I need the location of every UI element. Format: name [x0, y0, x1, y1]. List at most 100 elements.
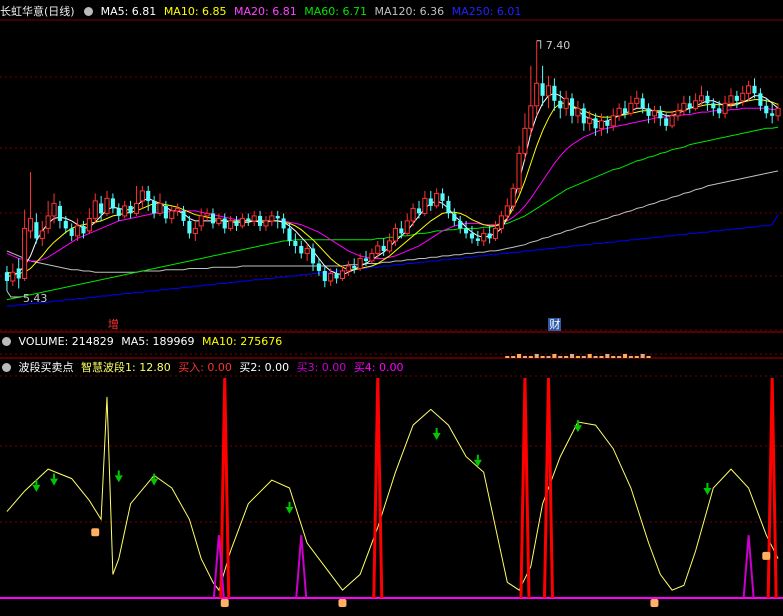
volume-bar — [593, 356, 598, 358]
volume-bar — [640, 354, 645, 358]
candle-body-up — [728, 95, 734, 104]
volume-ma5-legend: MA5: 189969 — [121, 335, 195, 348]
candle-body-up — [345, 265, 351, 272]
candle-body-up — [651, 110, 658, 117]
candle-body-down — [299, 245, 304, 254]
buy1-spike — [519, 377, 531, 599]
candle-body-up — [198, 215, 204, 227]
candle-body-down — [34, 222, 39, 239]
ma250-legend: MA250: 6.01 — [451, 5, 522, 18]
ma10-line — [6, 99, 779, 274]
candle-body-down — [605, 120, 610, 126]
candle-body-down — [540, 83, 545, 96]
volume-bar — [505, 356, 510, 358]
event-marker-finance[interactable]: 财 — [548, 318, 562, 331]
candle-body-down — [446, 200, 451, 214]
main-panel-header: 长虹华意(日线) MA5: 6.81 MA10: 6.85 MA20: 6.81… — [0, 4, 525, 20]
wave-line — [6, 396, 779, 592]
candle-body-up — [169, 210, 175, 219]
candle-body-up — [369, 252, 375, 262]
hand-marker-icon — [91, 528, 100, 537]
candle-body-up — [239, 217, 245, 227]
volume-bar — [540, 356, 545, 358]
candle-body-up — [516, 152, 522, 189]
candle-body-down — [487, 233, 492, 239]
candle-body-up — [269, 215, 275, 222]
candle-body-down — [81, 225, 86, 234]
candle-body-up — [669, 115, 675, 127]
candle-body-down — [128, 205, 133, 214]
candle-body-down — [257, 215, 263, 226]
volume-bar — [511, 356, 516, 358]
candle-body-up — [92, 200, 98, 219]
buy2-legend: 买2: 0.00 — [239, 361, 290, 374]
stock-title: 长虹华意(日线) — [0, 5, 75, 18]
candle-body-down — [752, 85, 757, 94]
buy3-spike — [295, 535, 308, 599]
volume-bar — [587, 354, 592, 358]
buy1-spike — [766, 377, 778, 599]
candle-body-up — [122, 205, 128, 217]
candle-body-up — [386, 240, 393, 252]
candle-body-up — [392, 227, 399, 242]
candle-body-up — [775, 107, 781, 117]
candle-body-up — [434, 192, 440, 207]
candle-body-up — [534, 82, 540, 107]
candle-body-down — [705, 95, 710, 104]
candle-body-down — [593, 118, 598, 129]
candle-body-down — [57, 205, 62, 221]
candle-body-up — [575, 107, 581, 117]
candle-body-up — [139, 190, 145, 202]
buy3-spike — [742, 535, 755, 599]
candle-body-up — [133, 202, 140, 214]
indicator-panel-header: 波段买卖点 智慧波段1: 12.80 买入: 0.00 买2: 0.00 买3:… — [0, 360, 408, 376]
candle-body-up — [51, 202, 57, 217]
ma5-line — [6, 92, 779, 277]
ma120-legend: MA120: 6.36 — [374, 5, 445, 18]
volume-bar — [528, 356, 533, 358]
candle-body-down — [210, 213, 216, 224]
candle-body-up — [510, 187, 516, 207]
low-price-label: 5.43 — [22, 291, 48, 305]
settings-icon[interactable] — [84, 7, 94, 16]
candle-body-up — [616, 107, 622, 117]
candle-body-up — [422, 197, 428, 214]
settings-icon[interactable] — [2, 337, 11, 346]
event-marker-increase[interactable]: 增 — [107, 318, 120, 331]
sell-arrow-icon — [703, 488, 712, 495]
candle-body-down — [69, 228, 74, 236]
candle-body-up — [157, 202, 163, 214]
volume-legend: VOLUME: 214829 — [18, 335, 114, 348]
candle-body-down — [4, 272, 10, 281]
candle-body-down — [146, 190, 151, 201]
candle-body-up — [192, 227, 198, 234]
candle-body-down — [475, 238, 480, 241]
candle-body-down — [558, 100, 563, 109]
volume-bar — [564, 356, 569, 358]
volume-bar — [646, 356, 651, 358]
ma60-legend: MA60: 6.71 — [304, 5, 367, 18]
candle-body-down — [452, 213, 457, 221]
candle-body-up — [410, 207, 416, 222]
candle-body-down — [640, 98, 645, 109]
candle-body-down — [187, 220, 192, 234]
buy3-legend: 买3: 0.00 — [296, 361, 347, 374]
volume-bar — [569, 354, 575, 358]
wave-legend: 智慧波段1: 12.80 — [81, 361, 171, 374]
ma20-line — [6, 107, 779, 262]
candle-body-down — [552, 85, 557, 101]
high-price-label: 7.40 — [545, 38, 571, 52]
candle-body-up — [598, 120, 605, 129]
candle-body-up — [681, 102, 687, 112]
candle-body-down — [569, 98, 575, 116]
candle-body-down — [222, 218, 227, 229]
ma10-legend: MA10: 6.85 — [163, 5, 227, 18]
settings-icon[interactable] — [2, 363, 11, 372]
candle-body-down — [717, 108, 722, 114]
candle-body-up — [45, 215, 51, 229]
candle-body-down — [711, 103, 716, 109]
sell-arrow-icon — [150, 478, 159, 486]
candle-body-down — [110, 198, 115, 209]
candle-body-up — [86, 217, 92, 232]
candle-body-down — [646, 108, 651, 116]
